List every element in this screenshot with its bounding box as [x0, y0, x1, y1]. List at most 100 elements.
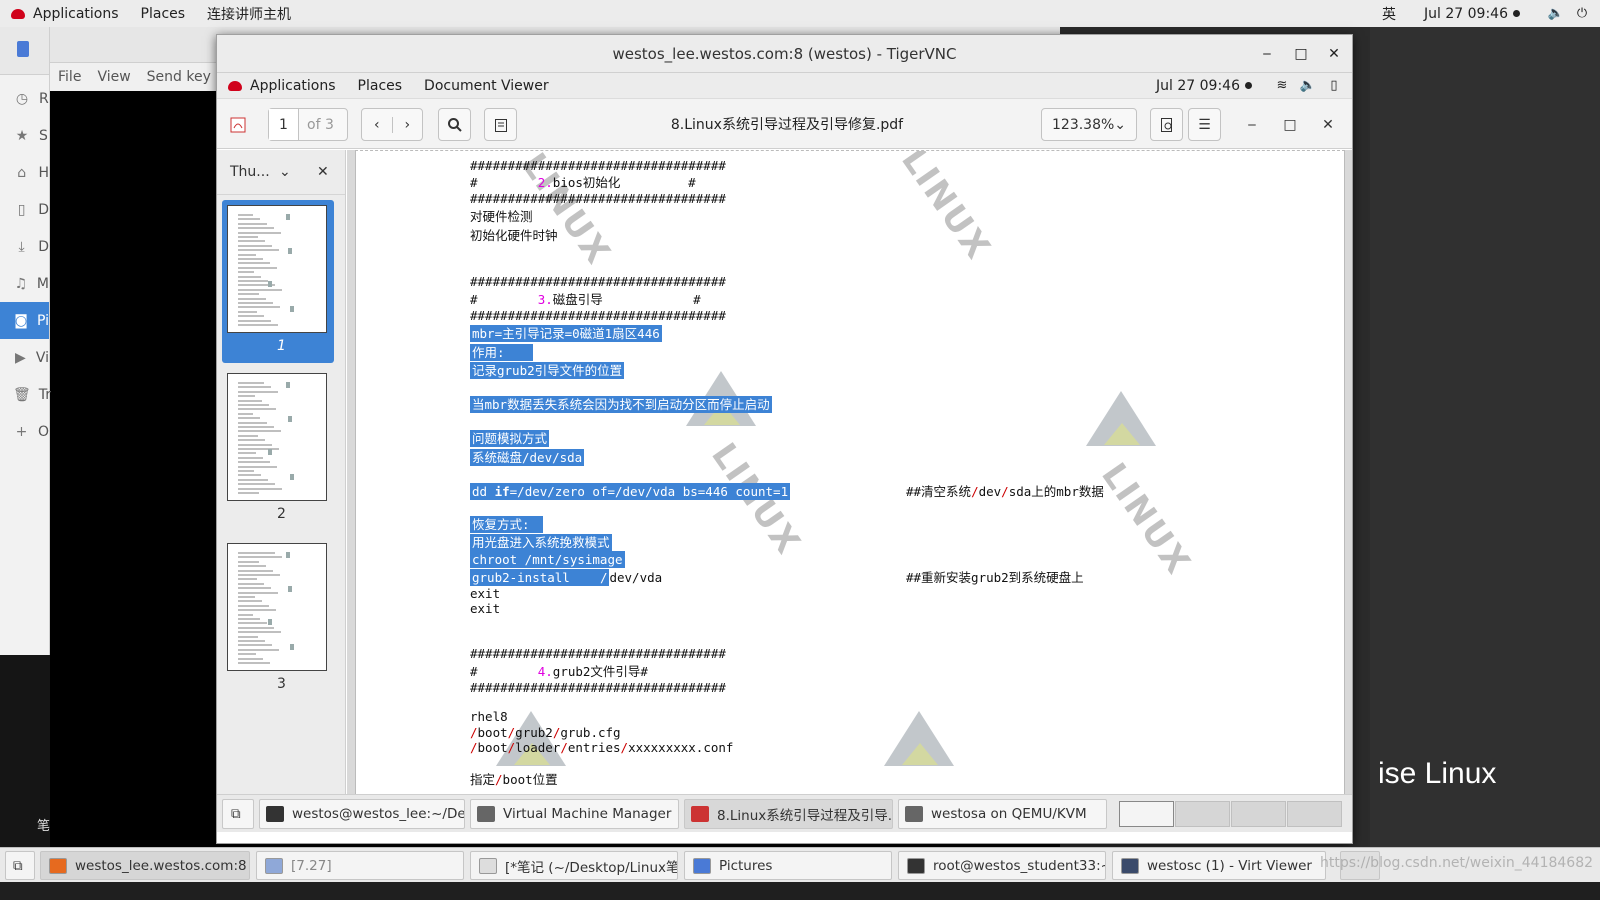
thumbnail-text-line	[238, 399, 262, 402]
sidebar-item[interactable]: ⤓ D	[0, 228, 50, 265]
places-menu[interactable]: Places	[130, 0, 197, 27]
viewer-minimize-button[interactable]: ‒	[1237, 108, 1267, 141]
close-button[interactable]: ✕	[1317, 35, 1351, 73]
task-label: westosc (1) - Virt Viewer	[1147, 857, 1312, 874]
thumbnail-text-line	[238, 227, 274, 230]
text-editor-icon	[479, 857, 497, 874]
thumbnail-watermark	[288, 586, 292, 592]
workspace-2[interactable]	[1175, 801, 1230, 827]
thumbnail-watermark	[286, 382, 290, 388]
inner-places-menu[interactable]: Places	[347, 73, 414, 99]
task-button[interactable]: Pictures	[684, 851, 892, 880]
thumbnail-text-line	[238, 412, 253, 415]
screen-bottom-edge	[0, 882, 1600, 900]
task-label: Pictures	[719, 857, 773, 874]
thumbnail-text-line	[238, 324, 278, 326]
clock[interactable]: Jul 27 09:46	[1424, 6, 1520, 22]
sidebar-item-label: D	[38, 238, 49, 255]
task-button[interactable]: [7.27]	[256, 851, 464, 880]
sidebar-item[interactable]: ◙ Pi	[0, 302, 49, 339]
thumbnail-text-line	[238, 315, 264, 318]
linux-watermark: LINUX	[893, 150, 999, 268]
volume-icon[interactable]: 🔈	[1546, 4, 1566, 24]
task-button[interactable]: westosc (1) - Virt Viewer	[1112, 851, 1326, 880]
next-page-button[interactable]: ›	[393, 117, 423, 133]
vnc-titlebar[interactable]: westos_lee.westos.com:8 (westos) - Tiger…	[217, 35, 1352, 73]
selected-line: 用光盘进入系统挽救模式	[470, 534, 612, 551]
menu-file[interactable]: File	[50, 69, 89, 85]
menu-view[interactable]: View	[89, 69, 138, 85]
thumbnail-text-line	[238, 390, 278, 393]
show-desktop-button[interactable]: ⧉	[5, 851, 35, 880]
page-thumbnail[interactable]	[227, 373, 327, 501]
volume-icon[interactable]: 🔈	[1298, 76, 1318, 96]
page-thumbnail[interactable]	[227, 543, 327, 671]
thumbnail-text-line	[238, 421, 267, 424]
thumbnail-text-line	[238, 626, 274, 629]
sidebar-item[interactable]: 🗑 Tr	[0, 376, 51, 413]
minimize-button[interactable]: ‒	[1250, 35, 1284, 73]
text-line: exit	[470, 601, 501, 616]
power-icon[interactable]: ⏻	[1572, 4, 1592, 24]
sidebar-item[interactable]: ♫ M	[0, 265, 49, 302]
thumbnail-page-number: 1	[277, 338, 286, 354]
hamburger-menu-button[interactable]: ☰	[1188, 108, 1221, 141]
thumbnail-text-line	[238, 604, 269, 607]
task-button[interactable]: [*笔记 (~/Desktop/Linux笔...	[470, 851, 678, 880]
thumbnail-text-line	[238, 240, 265, 243]
viewer-maximize-button[interactable]: □	[1275, 108, 1305, 141]
inner-task-button[interactable]: westos@westos_lee:~/Des...	[259, 799, 465, 829]
inner-task-button[interactable]: westosa on QEMU/KVM	[898, 799, 1107, 829]
sidebar-item[interactable]: ★ S	[0, 117, 49, 154]
battery-icon[interactable]: ▯	[1324, 76, 1344, 96]
menu-send-key[interactable]: Send key	[139, 69, 219, 85]
prev-page-button[interactable]: ‹	[362, 116, 393, 133]
input-method-indicator[interactable]: 英	[1382, 4, 1396, 24]
thumbnail-watermark	[290, 306, 294, 312]
viewer-close-button[interactable]: ✕	[1313, 108, 1343, 141]
selected-line: 作用:	[470, 344, 534, 361]
inner-task-button[interactable]: 8.Linux系统引导过程及引导...	[684, 799, 893, 829]
workspace-4[interactable]	[1287, 801, 1342, 827]
thumbnail-watermark	[268, 619, 272, 625]
inner-task-button[interactable]: Virtual Machine Manager	[470, 799, 679, 829]
workspace-1[interactable]	[1119, 801, 1174, 827]
inner-app-menu[interactable]: Document Viewer	[413, 73, 560, 99]
thumbnail-page-number: 2	[277, 506, 286, 522]
zoom-value: 123.38%	[1052, 116, 1115, 133]
maximize-button[interactable]: □	[1284, 35, 1318, 73]
sidebar-item[interactable]: ▶ Vi	[0, 339, 49, 376]
sidebar-item[interactable]: + O	[0, 413, 49, 450]
inner-applications-menu[interactable]: Applications	[217, 73, 347, 99]
show-desktop-button[interactable]: ⧉	[222, 799, 254, 829]
thumbnail-text-line	[238, 448, 279, 450]
page-thumbnail[interactable]	[227, 205, 327, 333]
thumbnail-text-line	[238, 622, 267, 625]
thumbnail-text-line	[238, 253, 256, 256]
watermark-logo-accent	[1104, 423, 1140, 445]
inner-taskbar: ⧉ westos@westos_lee:~/Des... Virtual Mach…	[217, 794, 1352, 832]
wifi-icon[interactable]: ≋	[1272, 76, 1292, 96]
task-button[interactable]: westos_lee.westos.com:8 (...	[40, 851, 250, 880]
grub-comment: ##重新安装grub2到系统硬盘上	[906, 570, 1084, 585]
close-sidebar-icon[interactable]: ✕	[317, 164, 329, 180]
workspace-3[interactable]	[1231, 801, 1286, 827]
page-input[interactable]: 1	[269, 109, 299, 140]
sidebar-item[interactable]: ⌂ H	[0, 154, 49, 191]
task-button[interactable]: root@westos_student33:~...	[898, 851, 1106, 880]
inner-clock[interactable]: Jul 27 09:46	[1156, 78, 1252, 94]
sidebar-item[interactable]: ▯ D	[0, 191, 49, 228]
sidebar-item[interactable]: ◷ R	[0, 80, 49, 117]
search-button[interactable]	[438, 108, 471, 141]
thumbnail-text-line	[238, 560, 259, 563]
sidebar-mode-selector[interactable]: Thu... ⌄ ✕	[217, 150, 345, 195]
zoom-selector[interactable]: 123.38% ⌄	[1041, 108, 1137, 141]
applications-menu[interactable]: Applications	[0, 0, 130, 27]
annotations-button[interactable]	[484, 108, 517, 141]
view-mode-button[interactable]	[1150, 108, 1183, 141]
thumbnail-watermark	[290, 644, 294, 650]
dd-comment: ##清空系统/dev/sda上的mbr数据	[906, 484, 1104, 499]
connect-teacher-menu[interactable]: 连接讲师主机	[196, 0, 302, 27]
thumbnail-text-line	[238, 297, 266, 300]
thumbnail-text-line	[238, 302, 273, 304]
